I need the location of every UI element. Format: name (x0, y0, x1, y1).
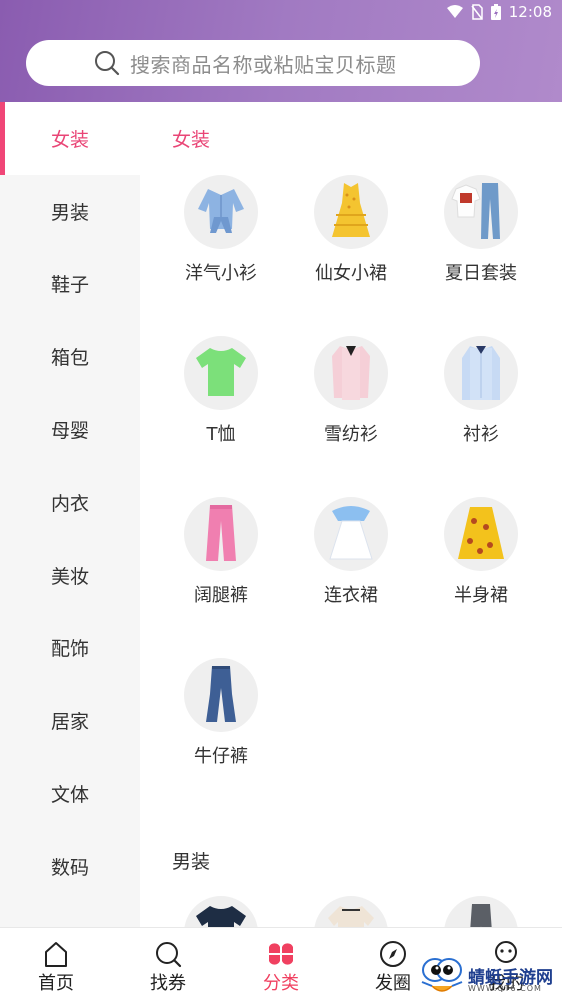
sidebar-item-label: 数码 (50, 856, 89, 879)
category-item[interactable]: 连衣裙 (296, 497, 406, 607)
search-placeholder: 搜索商品名称或粘贴宝贝标题 (130, 52, 397, 77)
sidebar-item-label: 美妆 (50, 565, 89, 588)
watermark-url: WWW.QT6.COM (468, 984, 542, 993)
men-pants-icon (444, 896, 518, 927)
category-icon (269, 943, 293, 965)
watermark-logo: 蜻蜓手游网 WWW.QT6.COM (418, 950, 562, 1000)
tab-label: 分类 (263, 973, 299, 994)
wide-pants-icon (184, 497, 258, 571)
sidebar-item-sports[interactable]: 文体 (0, 757, 140, 830)
dress-icon (314, 497, 388, 571)
header: 12:08 搜索商品名称或粘贴宝贝标题 (0, 0, 562, 102)
category-item-label: T恤 (206, 424, 236, 445)
category-item[interactable] (296, 896, 406, 927)
sidebar-item-men[interactable]: 男装 (0, 175, 140, 248)
sidebar-item-label: 内衣 (50, 492, 89, 515)
category-item[interactable]: 半身裙 (426, 497, 536, 607)
category-item[interactable]: 洋气小衫 (166, 175, 276, 285)
sidebar-item-label: 鞋子 (50, 274, 89, 297)
sidebar-item-accessories[interactable]: 配饰 (0, 612, 140, 685)
category-item-label: 阔腿裤 (194, 585, 248, 606)
jeans-icon (184, 658, 258, 732)
category-item-label: 半身裙 (454, 585, 508, 606)
section-title-men: 男装 (172, 851, 211, 873)
sidebar-item-digital[interactable]: 数码 (0, 830, 140, 903)
category-item[interactable]: T恤 (166, 336, 276, 446)
men-tshirt-icon (184, 896, 258, 927)
sidebar-item-label: 女装 (50, 128, 89, 151)
sidebar-item-beauty[interactable]: 美妆 (0, 539, 140, 612)
outfit-set-icon (444, 175, 518, 249)
blouse-icon (184, 175, 258, 249)
section-title-women: 女装 (172, 129, 211, 151)
status-bar: 12:08 (0, 0, 562, 26)
category-item-label: 衬衫 (463, 424, 499, 445)
chiffon-shirt-icon (314, 336, 388, 410)
category-item[interactable]: 衬衫 (426, 336, 536, 446)
tab-label: 找券 (150, 973, 186, 994)
no-sim-icon (471, 4, 483, 20)
category-item[interactable]: 夏日套装 (426, 175, 536, 285)
category-item-label: 仙女小裙 (315, 263, 387, 284)
skirt-icon (444, 497, 518, 571)
sidebar-item-label: 文体 (50, 784, 89, 807)
sidebar-item-underwear[interactable]: 内衣 (0, 466, 140, 539)
sidebar-item-label: 箱包 (50, 347, 89, 370)
home-icon (45, 942, 67, 967)
category-item[interactable]: 仙女小裙 (296, 175, 406, 285)
tab-home[interactable]: 首页 (0, 928, 112, 1000)
yellow-dress-icon (314, 175, 388, 249)
category-sidebar: 女装 男装 鞋子 箱包 母婴 内衣 美妆 配饰 居家 文体 数码 (0, 102, 140, 927)
category-item-label: 牛仔裤 (194, 746, 248, 767)
category-item[interactable]: 阔腿裤 (166, 497, 276, 607)
tab-label: 首页 (38, 973, 74, 994)
category-item[interactable] (426, 896, 536, 927)
sidebar-item-women[interactable]: 女装 (0, 102, 140, 175)
sidebar-item-label: 配饰 (50, 638, 89, 661)
sidebar-item-bags[interactable]: 箱包 (0, 320, 140, 393)
category-item-label: 夏日套装 (445, 263, 517, 284)
sidebar-item-baby[interactable]: 母婴 (0, 393, 140, 466)
wifi-icon (446, 5, 463, 18)
status-time: 12:08 (508, 3, 552, 21)
tab-category[interactable]: 分类 (225, 928, 337, 1000)
shirt-icon (444, 336, 518, 410)
category-item[interactable]: 牛仔裤 (166, 658, 276, 768)
category-content: 女装 洋气小衫 仙女小裙 夏日套装 T恤 雪纺衫 衬衫 阔腿裤 连衣裙 半身裙 … (140, 102, 562, 927)
search-input[interactable]: 搜索商品名称或粘贴宝贝标题 (26, 40, 480, 86)
sidebar-item-home[interactable]: 居家 (0, 684, 140, 757)
tab-coupons[interactable]: 找券 (112, 928, 224, 1000)
category-item-label: 连衣裙 (324, 585, 378, 606)
compass-icon (380, 941, 406, 967)
category-item-label: 雪纺衫 (324, 424, 378, 445)
category-item[interactable]: 雪纺衫 (296, 336, 406, 446)
dragonfly-logo-icon (421, 958, 463, 992)
category-item[interactable] (166, 896, 276, 927)
sidebar-item-label: 母婴 (50, 420, 89, 443)
search-icon (156, 942, 182, 968)
men-sweater-icon (314, 896, 388, 927)
tab-label: 发圈 (375, 973, 411, 994)
battery-icon (490, 4, 501, 20)
tshirt-icon (184, 336, 258, 410)
sidebar-item-shoes[interactable]: 鞋子 (0, 248, 140, 321)
search-icon (95, 51, 120, 76)
sidebar-item-label: 居家 (50, 711, 89, 734)
category-item-label: 洋气小衫 (185, 263, 257, 284)
sidebar-item-label: 男装 (50, 201, 89, 224)
